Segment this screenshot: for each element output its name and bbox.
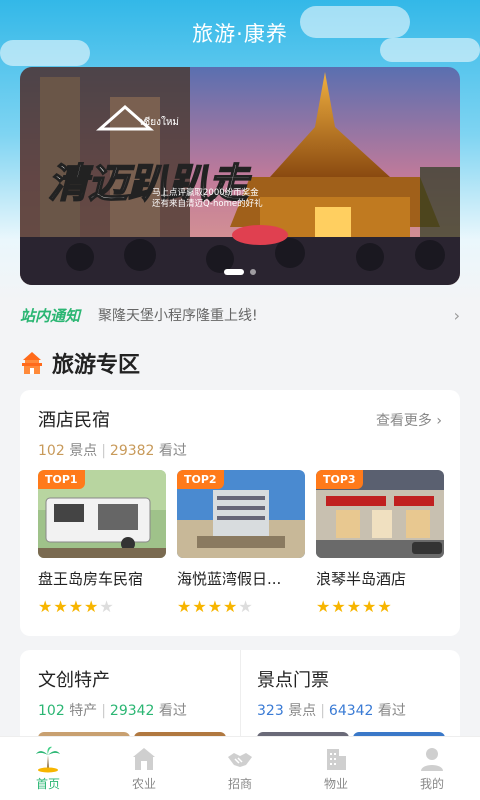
tickets-count: 323 [257,703,284,719]
hotel-name: 浪琴半岛酒店 [316,570,407,588]
page-title: 旅游·康养 [192,22,288,46]
tab-property[interactable]: 物业 [288,737,384,800]
tab-home[interactable]: 首页 [0,737,96,800]
hotel-thumbnail: TOP2 [177,470,305,558]
hotel-list: TOP1 盘王岛房车民宿 ★★★★★ TOP2 海悦蓝湾假日... ★★★★★ [38,470,444,616]
hotel-card: 酒店民宿 查看更多 › 102 景点 | 29382 看过 TOP1 盘王岛房车民宿… [20,390,460,636]
culture-stats: 102 特产 | 29342 看过 [38,703,187,719]
carousel-dot[interactable] [250,269,256,275]
section-title: 旅游专区 [52,353,141,378]
culture-title: 文创特产 [38,670,110,691]
star-rating: ★★★★★ [316,597,393,616]
tickets-stats: 323 景点 | 64342 看过 [257,703,406,719]
tickets-count-unit: 景点 [288,703,317,719]
carousel-dots[interactable] [20,269,460,275]
barn-icon [133,748,155,770]
palm-tree-icon [36,746,60,773]
tab-mine[interactable]: 我的 [384,737,480,800]
hotel-stats: 102 景点 | 29382 看过 [38,443,187,459]
notice-bar[interactable]: 站内通知 聚隆天堡小程序隆重上线! › [0,298,480,332]
tab-label: 首页 [35,777,60,791]
handshake-icon [228,753,252,767]
notice-text: 聚隆天堡小程序隆重上线! [98,308,258,324]
star-rating: ★★★★★ [177,597,254,616]
rank-badge: TOP1 [38,470,85,489]
tab-investment[interactable]: 招商 [192,737,288,800]
banner-image: เชียงใหม่ 清迈趴趴走 马上点评赢取2000纷币奖金 还有来自清迈Q-h… [20,67,460,285]
hotel-item[interactable]: TOP2 海悦蓝湾假日... ★★★★★ [177,470,305,616]
tickets-views: 64342 [328,703,374,719]
hotel-views-unit: 看过 [158,443,187,459]
banner-promo-line1: 马上点评赢取2000纷币奖金 [152,187,259,198]
hotel-views: 29382 [109,443,155,459]
tickets-title: 景点门票 [257,670,329,691]
view-more-link[interactable]: 查看更多 › [376,410,442,430]
section-header: 旅游专区 [20,347,140,379]
building-icon [327,749,346,770]
tickets-views-unit: 看过 [377,703,406,719]
banner-promo-line2: 还有来自清迈Q-home的好礼 [152,198,263,209]
tab-label: 我的 [419,777,444,791]
tab-label: 农业 [131,777,156,791]
hotel-card-title: 酒店民宿 [38,410,110,431]
carousel-dot[interactable] [224,269,244,275]
hotel-item[interactable]: TOP1 盘王岛房车民宿 ★★★★★ [38,470,166,616]
temple-icon [22,352,42,374]
rank-badge: TOP3 [316,470,363,489]
culture-views-unit: 看过 [158,703,187,719]
banner-logo-text: เชียงใหม่ [140,116,179,128]
hotel-count: 102 [38,443,65,459]
tab-label: 招商 [227,777,252,791]
hotel-name: 盘王岛房车民宿 [38,570,144,588]
hotel-thumbnail: TOP1 [38,470,166,558]
user-icon [421,748,443,771]
tab-agriculture[interactable]: 农业 [96,737,192,800]
promo-banner[interactable]: เชียงใหม่ 清迈趴趴走 马上点评赢取2000纷币奖金 还有来自清迈Q-h… [20,67,460,285]
culture-count-unit: 特产 [69,703,98,719]
tab-label: 物业 [323,777,348,791]
culture-count: 102 [38,703,65,719]
hotel-thumbnail: TOP3 [316,470,444,558]
hotel-name: 海悦蓝湾假日... [177,570,282,588]
culture-views: 29342 [109,703,155,719]
chevron-right-icon: › [453,305,460,325]
hotel-count-unit: 景点 [69,443,98,459]
hotel-item[interactable]: TOP3 浪琴半岛酒店 ★★★★★ [316,470,444,616]
notice-tag: 站内通知 [20,306,81,325]
star-rating: ★★★★★ [38,597,115,616]
rank-badge: TOP2 [177,470,224,489]
bottom-tab-bar: 首页 农业 招商 物业 我的 [0,736,480,800]
